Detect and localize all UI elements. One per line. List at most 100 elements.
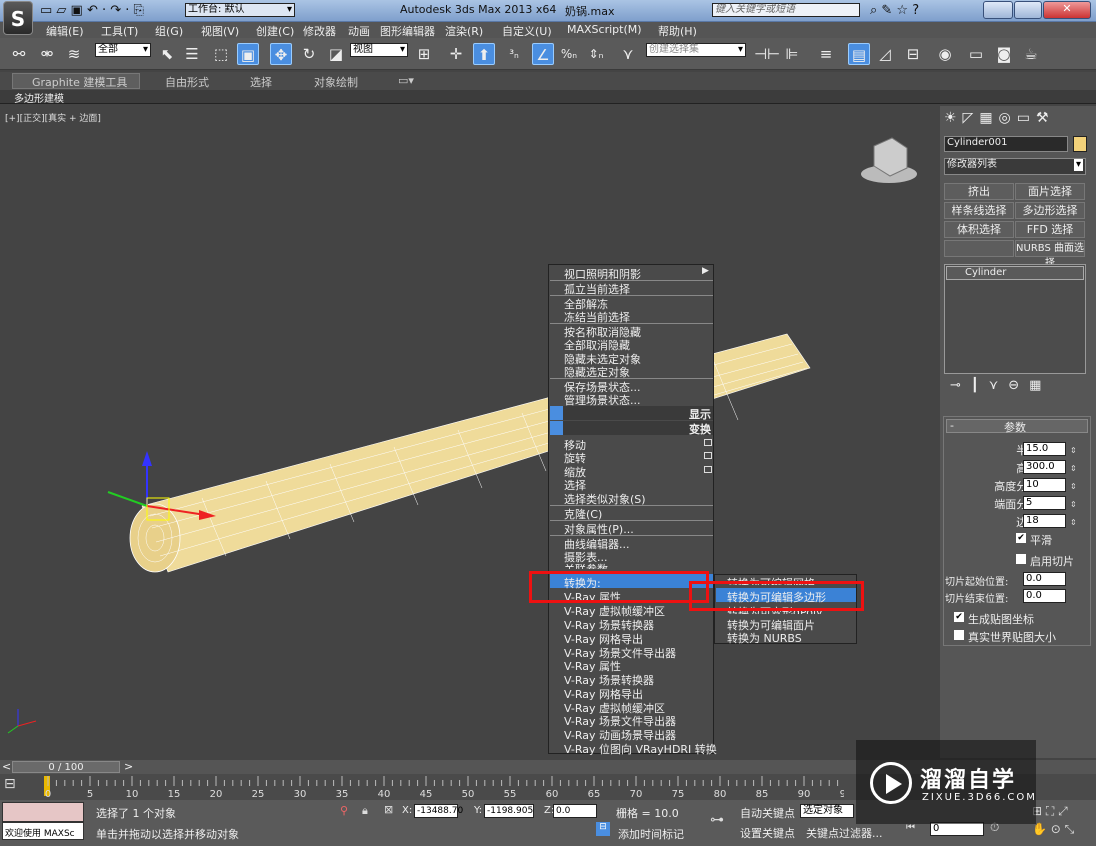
spinner-arrows-icon[interactable]: ⇕ ⇕ ⇕ ⇕ ⇕: [1070, 442, 1078, 530]
maximize-button[interactable]: [1014, 1, 1042, 19]
current-frame-field[interactable]: 0: [930, 822, 984, 836]
command-panel-tabs[interactable]: ☀◸▦◎▭⚒: [944, 110, 1092, 130]
settings-box-icon[interactable]: [704, 439, 712, 446]
pan-orbit-icons[interactable]: ✋ ⊙ ⤡: [1032, 822, 1074, 837]
ribbon-tab-label[interactable]: 选择: [250, 74, 272, 90]
y-coord-field[interactable]: -1198.905: [484, 804, 534, 818]
snap-toggle-icon[interactable]: ³ₙ: [503, 43, 525, 65]
menu-item[interactable]: 编辑(E): [46, 23, 84, 39]
material-editor-icon[interactable]: ◉: [934, 43, 956, 65]
smooth-checkbox[interactable]: ✔: [1016, 533, 1026, 543]
reference-coord-dropdown[interactable]: 视图 ▾: [350, 43, 408, 57]
ribbon-panel-label[interactable]: 多边形建模: [14, 90, 64, 105]
time-tag-icon[interactable]: ⊟: [596, 822, 610, 836]
ctx-item-wire-params[interactable]: 关联参数: [564, 561, 608, 569]
keyboard-shortcut-icon[interactable]: ⬆: [473, 43, 495, 65]
modifier-list-dropdown[interactable]: 修改器列表 ▾: [944, 158, 1086, 175]
modifier-button[interactable]: [944, 240, 1014, 257]
gen-map-checkbox[interactable]: ✔: [954, 612, 964, 622]
select-scale-icon[interactable]: ◪: [325, 43, 347, 65]
rollout-collapse-icon[interactable]: -: [950, 419, 954, 432]
add-time-tag[interactable]: 添加时间标记: [618, 826, 684, 842]
menu-item[interactable]: 修改器: [303, 23, 336, 39]
viewport-perspective[interactable]: [+][正交][真实 + 边面]: [2, 106, 938, 758]
menu-item[interactable]: 渲染(R): [445, 23, 483, 39]
real-world-checkbox[interactable]: [954, 630, 964, 640]
spinner-snap-icon[interactable]: ⇕ₙ: [585, 43, 607, 65]
sub-item-editable-mesh[interactable]: 转换为可编辑网格: [727, 575, 815, 585]
modifier-button[interactable]: FFD 选择: [1015, 221, 1085, 238]
select-manipulate-icon[interactable]: ✛: [445, 43, 467, 65]
menu-item[interactable]: 组(G): [155, 23, 183, 39]
select-move-icon[interactable]: ✥: [270, 43, 292, 65]
rect-selection-icon[interactable]: ⬚: [210, 43, 232, 65]
menu-item[interactable]: 工具(T): [101, 23, 138, 39]
time-next-icon[interactable]: >: [124, 760, 133, 773]
modifier-button[interactable]: 多边形选择: [1015, 202, 1085, 219]
close-button[interactable]: ✕: [1043, 1, 1091, 19]
unlink-icon[interactable]: ⚮: [36, 43, 58, 65]
ctx-item-vray-hdri[interactable]: V-Ray 位图向 VRayHDRI 转换: [564, 741, 717, 757]
sides-spinner[interactable]: 18: [1023, 514, 1066, 528]
settings-box-icon[interactable]: [704, 466, 712, 473]
modifier-button[interactable]: NURBS 曲面选择: [1015, 240, 1085, 269]
object-color-swatch[interactable]: [1073, 136, 1087, 152]
select-by-name-icon[interactable]: ☰: [181, 43, 203, 65]
named-selection-dropdown[interactable]: 创建选择集 ▾: [646, 43, 746, 57]
slice-from-spinner[interactable]: 0.0: [1023, 572, 1066, 586]
height-segments-spinner[interactable]: 10: [1023, 478, 1066, 492]
lock-icon[interactable]: 🔒︎: [362, 804, 368, 818]
ribbon-options-icon[interactable]: ▭▾: [398, 74, 414, 87]
rendered-frame-icon[interactable]: ◙: [993, 43, 1015, 65]
modifier-button[interactable]: 面片选择: [1015, 183, 1085, 200]
mini-curve-editor-icon[interactable]: ⊟: [4, 776, 32, 796]
bind-spacewarp-icon[interactable]: ≋: [63, 43, 85, 65]
modifier-button[interactable]: 样条线选择: [944, 202, 1014, 219]
percent-snap-icon[interactable]: %ₙ: [558, 43, 580, 65]
ribbon-tab-label[interactable]: 自由形式: [165, 74, 209, 90]
graphite-toggle-icon[interactable]: ▤: [848, 43, 870, 65]
workspace-dropdown[interactable]: 工作台: 默认 ▾: [185, 3, 295, 17]
cap-segments-spinner[interactable]: 5: [1023, 496, 1066, 510]
modifier-button[interactable]: 挤出: [944, 183, 1014, 200]
render-setup-icon[interactable]: ▭: [965, 43, 987, 65]
sub-item-editable-poly[interactable]: 转换为可编辑多边形: [727, 589, 826, 605]
menu-item[interactable]: 视图(V): [201, 23, 239, 39]
modifier-button[interactable]: 体积选择: [944, 221, 1014, 238]
menu-item[interactable]: 图形编辑器: [380, 23, 435, 39]
radius-spinner[interactable]: 15.0: [1023, 442, 1066, 456]
key-icon[interactable]: ⊶: [710, 812, 724, 828]
mirror-icon[interactable]: ⊣⊢: [754, 43, 780, 65]
object-name-field[interactable]: Cylinder001: [944, 136, 1068, 152]
pivot-center-icon[interactable]: ⊞: [413, 43, 435, 65]
time-slider-thumb[interactable]: 0 / 100: [12, 761, 120, 773]
selected-object-dropdown[interactable]: 选定对象: [800, 804, 854, 818]
gizmo-z-arrow-icon[interactable]: [142, 451, 152, 466]
quick-access-icons[interactable]: ▭ ▱ ▣ ↶ · ↷ · ⎘: [40, 3, 144, 18]
search-input[interactable]: 键入关键字或短语: [712, 3, 860, 17]
x-coord-field[interactable]: -13488.70: [414, 804, 463, 818]
select-object-icon[interactable]: ⬉: [156, 43, 178, 65]
slice-to-spinner[interactable]: 0.0: [1023, 589, 1066, 603]
modifier-stack[interactable]: Cylinder: [944, 264, 1086, 374]
select-rotate-icon[interactable]: ↻: [298, 43, 320, 65]
key-filters-button[interactable]: 关键点过滤器...: [806, 825, 883, 841]
menu-item[interactable]: 动画: [348, 23, 370, 39]
maxscript-listener[interactable]: [2, 802, 84, 822]
maxscript-mini-input[interactable]: 欢迎使用 MAXSc: [2, 822, 84, 840]
infocenter-icons[interactable]: ⌕ ✎ ☆ ?: [870, 3, 919, 18]
auto-key-button[interactable]: 自动关键点: [740, 805, 795, 821]
menu-item[interactable]: 帮助(H): [658, 23, 697, 39]
selection-filter-dropdown[interactable]: 全部 ▾: [95, 43, 151, 57]
z-coord-field[interactable]: 0.0: [553, 804, 597, 818]
gizmo-y-axis[interactable]: [107, 491, 148, 507]
edit-named-sel-icon[interactable]: ⋎: [617, 43, 639, 65]
stack-tools-icons[interactable]: ⊸┃⋎⊖▦: [950, 378, 1090, 394]
menu-item[interactable]: 自定义(U): [502, 23, 552, 39]
schematic-view-icon[interactable]: ⊟: [902, 43, 924, 65]
curve-editor-icon[interactable]: ◿: [874, 43, 896, 65]
set-key-button[interactable]: 设置关键点: [740, 825, 795, 841]
sub-item-deformable-gpoly[interactable]: 转换为可变形gPoly: [727, 604, 823, 614]
abs-rel-mode-icon[interactable]: ⊠: [384, 803, 393, 816]
link-icon[interactable]: ⚯: [8, 43, 30, 65]
